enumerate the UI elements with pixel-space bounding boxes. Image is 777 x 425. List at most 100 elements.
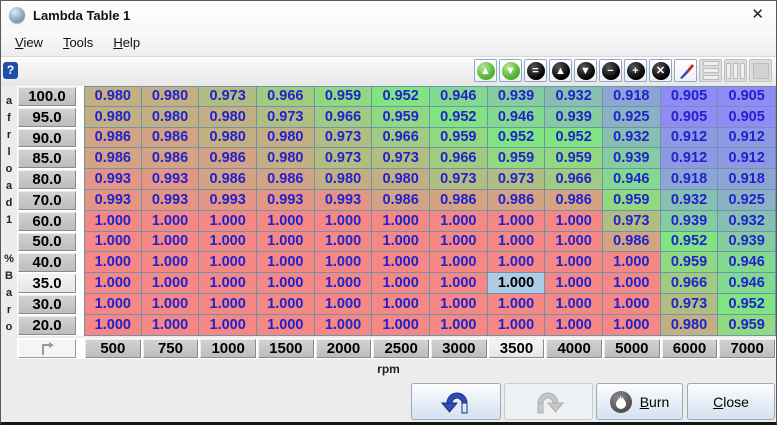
table-cell[interactable]: 0.925 [718,190,776,211]
table-cell[interactable]: 0.966 [430,148,488,169]
table-cell[interactable]: 0.918 [603,86,661,107]
clear-button[interactable]: ✕ [649,59,672,82]
edit-cell-button[interactable] [674,59,697,82]
table-cell[interactable]: 0.993 [142,169,200,190]
table-cell[interactable]: 1.000 [199,232,257,253]
table-cell[interactable]: 0.939 [488,86,546,107]
table-cell[interactable]: 1.000 [372,294,430,315]
table-cell[interactable]: 0.980 [199,107,257,128]
table-cell[interactable]: 1.000 [488,315,546,336]
table-cell[interactable]: 0.959 [372,107,430,128]
table-cell[interactable]: 1.000 [84,294,142,315]
table-cell[interactable]: 0.966 [257,86,315,107]
table-cell[interactable]: 0.973 [315,128,373,149]
table-cell[interactable]: 1.000 [545,232,603,253]
decrement-button[interactable]: ▼ [574,59,597,82]
table-cell[interactable]: 0.925 [603,107,661,128]
close-icon[interactable]: ✕ [751,6,764,24]
table-cell[interactable]: 1.000 [603,315,661,336]
table-cell[interactable]: 1.000 [430,273,488,294]
table-cell[interactable]: 0.952 [430,107,488,128]
table-cell[interactable]: 0.912 [718,128,776,149]
column-header[interactable]: 3500 [489,339,545,358]
table-cell[interactable]: 1.000 [430,232,488,253]
table-cell[interactable]: 0.946 [718,252,776,273]
decrease-button[interactable]: − [599,59,622,82]
row-header[interactable]: 20.0 [18,316,76,335]
table-cell[interactable]: 0.986 [199,169,257,190]
table-cell[interactable]: 1.000 [84,315,142,336]
table-cell[interactable]: 0.932 [718,211,776,232]
table-cell[interactable]: 0.932 [603,128,661,149]
table-cell[interactable]: 0.946 [718,273,776,294]
table-cell[interactable]: 0.959 [545,148,603,169]
help-icon[interactable]: ? [3,62,18,79]
table-cell[interactable]: 1.000 [257,273,315,294]
table-cell[interactable]: 0.966 [315,107,373,128]
increment-button[interactable]: ▲ [549,59,572,82]
column-header[interactable]: 6000 [662,339,718,358]
table-cell[interactable]: 1.000 [142,315,200,336]
table-cell[interactable]: 1.000 [545,315,603,336]
table-cell[interactable]: 0.918 [661,169,719,190]
table-cell[interactable]: 1.000 [84,232,142,253]
table-cell[interactable]: 1.000 [430,211,488,232]
table-cell[interactable]: 0.993 [84,169,142,190]
axis-swap-button[interactable] [18,339,76,358]
table-cell[interactable]: 0.993 [257,190,315,211]
table-cell[interactable]: 1.000 [257,294,315,315]
table-cell[interactable]: 1.000 [142,232,200,253]
table-cell[interactable]: 0.986 [142,128,200,149]
table-cell[interactable]: 1.000 [488,252,546,273]
table-cell[interactable]: 1.000 [430,294,488,315]
table-cell[interactable]: 1.000 [372,252,430,273]
table-cell[interactable]: 0.905 [661,107,719,128]
table-cell[interactable]: 0.966 [545,169,603,190]
table-cell[interactable]: 1.000 [603,294,661,315]
table-cell[interactable]: 0.980 [257,128,315,149]
column-header[interactable]: 3000 [431,339,487,358]
table-cell[interactable]: 1.000 [142,294,200,315]
column-header[interactable]: 2000 [316,339,372,358]
table-cell[interactable]: 1.000 [603,273,661,294]
table-cell[interactable]: 0.993 [199,190,257,211]
menu-item-view[interactable]: View [5,31,53,54]
table-cell[interactable]: 1.000 [84,211,142,232]
table-cell[interactable]: 0.905 [718,86,776,107]
table-cell[interactable]: 0.986 [603,232,661,253]
table-cell[interactable]: 1.000 [545,211,603,232]
table-cell[interactable]: 0.986 [488,190,546,211]
table-cell[interactable]: 0.932 [661,190,719,211]
row-header[interactable]: 95.0 [18,108,76,127]
table-cell[interactable]: 1.000 [84,252,142,273]
row-header[interactable]: 100.0 [18,87,76,106]
table-cell[interactable]: 0.959 [430,128,488,149]
selected-table-cell[interactable]: 1.000 [488,273,546,294]
row-header[interactable]: 60.0 [18,212,76,231]
table-cell[interactable]: 1.000 [257,315,315,336]
table-cell[interactable]: 1.000 [545,252,603,273]
table-cell[interactable]: 1.000 [142,252,200,273]
column-header[interactable]: 750 [143,339,199,358]
table-cell[interactable]: 0.912 [661,148,719,169]
row-header[interactable]: 70.0 [18,191,76,210]
table-cell[interactable]: 0.993 [142,190,200,211]
scale-up-button[interactable]: ▲ [474,59,497,82]
increase-button[interactable]: + [624,59,647,82]
table-cell[interactable]: 1.000 [603,252,661,273]
table-cell[interactable]: 0.959 [315,86,373,107]
menu-item-tools[interactable]: Tools [53,31,103,54]
table-cell[interactable]: 1.000 [488,294,546,315]
undo-button[interactable] [411,383,501,420]
table-cell[interactable]: 0.959 [661,252,719,273]
table-cell[interactable]: 1.000 [372,315,430,336]
table-cell[interactable]: 1.000 [199,294,257,315]
table-cell[interactable]: 1.000 [84,273,142,294]
table-cell[interactable]: 0.986 [372,190,430,211]
table-cell[interactable]: 0.980 [372,169,430,190]
table-cell[interactable]: 0.986 [430,190,488,211]
table-cell[interactable]: 0.973 [372,148,430,169]
table-cell[interactable]: 0.986 [142,148,200,169]
table-cell[interactable]: 1.000 [372,273,430,294]
row-header[interactable]: 35.0 [18,274,76,293]
